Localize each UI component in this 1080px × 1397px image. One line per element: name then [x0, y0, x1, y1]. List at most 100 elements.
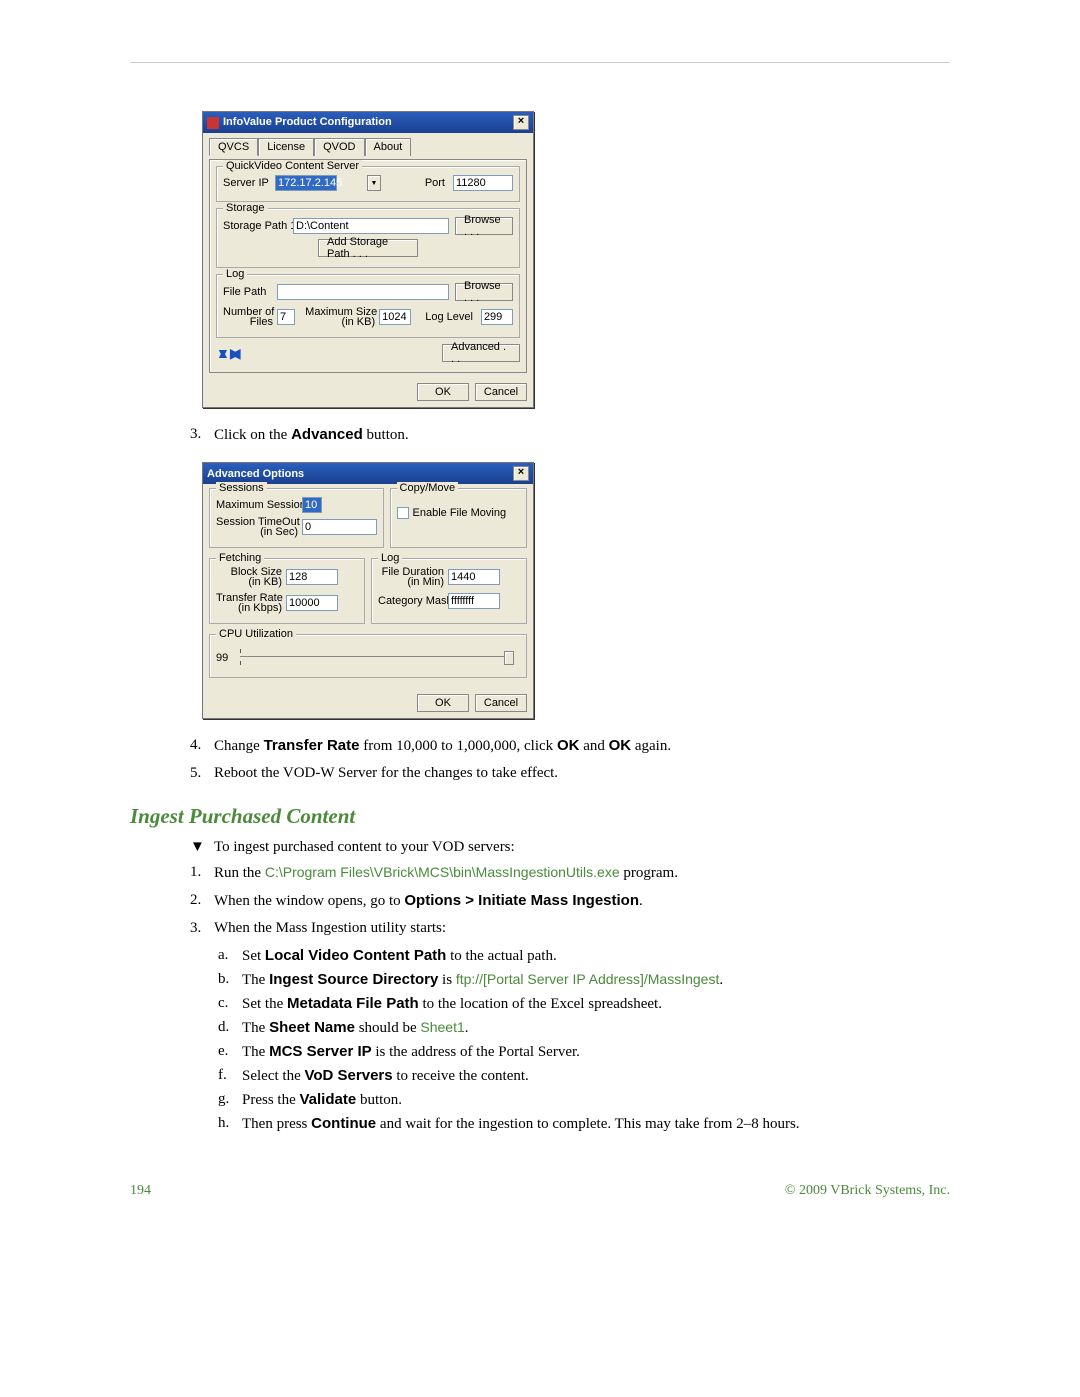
substep-d: d. The Sheet Name should be Sheet1.: [218, 1019, 950, 1037]
cancel-button[interactable]: Cancel: [475, 694, 527, 712]
group-copymove: Copy/Move Enable File Moving: [390, 488, 527, 548]
storage-path-input[interactable]: D:\Content: [293, 218, 449, 234]
port-input[interactable]: 11280: [453, 175, 513, 191]
substep-h: h. Then press Continue and wait for the …: [218, 1115, 950, 1133]
letter: b.: [218, 971, 242, 989]
triangle-icon: ▼: [190, 839, 214, 856]
browse-storage-button[interactable]: Browse . . .: [455, 217, 513, 235]
dialog-title: Advanced Options: [207, 468, 304, 480]
text: Set the: [242, 996, 287, 1012]
block-size-input[interactable]: 128: [286, 569, 338, 585]
substep-a: a. Set Local Video Content Path to the a…: [218, 947, 950, 965]
group-title: Sessions: [216, 482, 267, 494]
bold: VoD Servers: [304, 1067, 392, 1084]
max-size-label2: (in KB): [342, 316, 376, 328]
section-heading: Ingest Purchased Content: [130, 804, 950, 829]
cpu-value: 99: [216, 652, 228, 664]
enable-file-moving-label: Enable File Moving: [413, 507, 507, 519]
text: Run the: [214, 865, 265, 881]
browse-log-button[interactable]: Browse . . .: [455, 283, 513, 301]
group-title: QuickVideo Content Server: [223, 160, 362, 172]
close-icon[interactable]: ×: [513, 466, 529, 481]
text: When the Mass Ingestion utility starts:: [214, 920, 950, 937]
cancel-button[interactable]: Cancel: [475, 383, 527, 401]
text: button.: [356, 1092, 402, 1108]
ok-button[interactable]: OK: [417, 383, 469, 401]
transfer-rate-label2: (in Kbps): [238, 602, 282, 614]
log-level-input[interactable]: 299: [481, 309, 513, 325]
bold: Advanced: [291, 426, 363, 443]
text: Press the: [242, 1092, 300, 1108]
ingest-step-1: 1. Run the C:\Program Files\VBrick\MCS\b…: [190, 864, 950, 882]
tab-qvod[interactable]: QVOD: [314, 138, 364, 156]
text: should be: [355, 1020, 420, 1036]
page-number: 194: [130, 1183, 151, 1199]
bold: OK: [557, 737, 580, 754]
category-mask-input[interactable]: ffffffff: [448, 593, 500, 609]
add-storage-path-button[interactable]: Add Storage Path . . .: [318, 239, 418, 257]
letter: g.: [218, 1091, 242, 1109]
step-3: 3. Click on the Advanced button.: [190, 426, 950, 444]
group-title: Log: [223, 268, 247, 280]
max-sessions-input[interactable]: 10: [302, 497, 322, 513]
advanced-button[interactable]: Advanced . . .: [442, 344, 520, 362]
code-path: C:\Program Files\VBrick\MCS\bin\MassInge…: [265, 864, 620, 880]
max-sessions-label: Maximum Sessions: [216, 499, 298, 511]
text: The: [242, 972, 269, 988]
file-path-input[interactable]: [277, 284, 449, 300]
category-mask-label: Category Mask: [378, 595, 444, 607]
step-number: 4.: [190, 737, 214, 755]
text: Change: [214, 738, 264, 754]
close-icon[interactable]: ×: [513, 115, 529, 130]
server-ip-input[interactable]: 172.17.2.145: [275, 175, 337, 191]
top-rule: [130, 62, 950, 63]
ok-button[interactable]: OK: [417, 694, 469, 712]
num-files-input[interactable]: 7: [277, 309, 295, 325]
group-title: Fetching: [216, 552, 264, 564]
timeout-input[interactable]: 0: [302, 519, 377, 535]
tab-about[interactable]: About: [365, 138, 412, 156]
step-number: 2.: [190, 892, 214, 910]
file-path-label: File Path: [223, 286, 273, 298]
text: Select the: [242, 1068, 304, 1084]
text: To ingest purchased content to your VOD …: [214, 839, 515, 856]
group-qvcs: QuickVideo Content Server Server IP 172.…: [216, 166, 520, 202]
file-duration-input[interactable]: 1440: [448, 569, 500, 585]
bold: OK: [609, 737, 632, 754]
bold: Ingest Source Directory: [269, 971, 438, 988]
port-label: Port: [425, 177, 445, 189]
advanced-options-dialog: Advanced Options × Sessions Maximum Sess…: [202, 462, 534, 719]
dialog-titlebar: Advanced Options ×: [203, 463, 533, 484]
text: is the address of the Portal Server.: [372, 1044, 580, 1060]
tab-qvcs[interactable]: QVCS: [209, 138, 258, 156]
tab-license[interactable]: License: [258, 138, 314, 156]
text: to receive the content.: [393, 1068, 529, 1084]
step-number: 5.: [190, 765, 214, 782]
group-cpu: CPU Utilization 99: [209, 634, 527, 678]
letter: c.: [218, 995, 242, 1013]
text: from 10,000 to 1,000,000, click: [359, 738, 556, 754]
step-number: 3.: [190, 920, 214, 937]
intro-line: ▼ To ingest purchased content to your VO…: [190, 839, 950, 856]
bold: Sheet Name: [269, 1019, 355, 1036]
step-4: 4. Change Transfer Rate from 10,000 to 1…: [190, 737, 950, 755]
letter: h.: [218, 1115, 242, 1133]
bold: MCS Server IP: [269, 1043, 372, 1060]
text: to the actual path.: [446, 948, 556, 964]
code-url: ftp://[Portal Server IP Address]/MassIng…: [456, 971, 720, 987]
copyright: © 2009 VBrick Systems, Inc.: [785, 1183, 950, 1199]
log-level-label: Log Level: [425, 311, 473, 323]
max-size-input[interactable]: 1024: [379, 309, 411, 325]
bold: Local Video Content Path: [265, 947, 446, 964]
server-ip-dropdown[interactable]: ▼: [367, 175, 381, 191]
enable-file-moving-checkbox[interactable]: [397, 507, 409, 519]
group-title: Storage: [223, 202, 268, 214]
infovalue-config-dialog: InfoValue Product Configuration × QVCS L…: [202, 111, 534, 408]
cpu-slider[interactable]: 99: [216, 643, 520, 671]
text: Reboot the VOD-W Server for the changes …: [214, 765, 950, 782]
group-title: Log: [378, 552, 402, 564]
tabs: QVCS License QVOD About: [209, 137, 527, 155]
text: to the location of the Excel spreadsheet…: [419, 996, 662, 1012]
app-icon: [207, 117, 219, 129]
transfer-rate-input[interactable]: 10000: [286, 595, 338, 611]
